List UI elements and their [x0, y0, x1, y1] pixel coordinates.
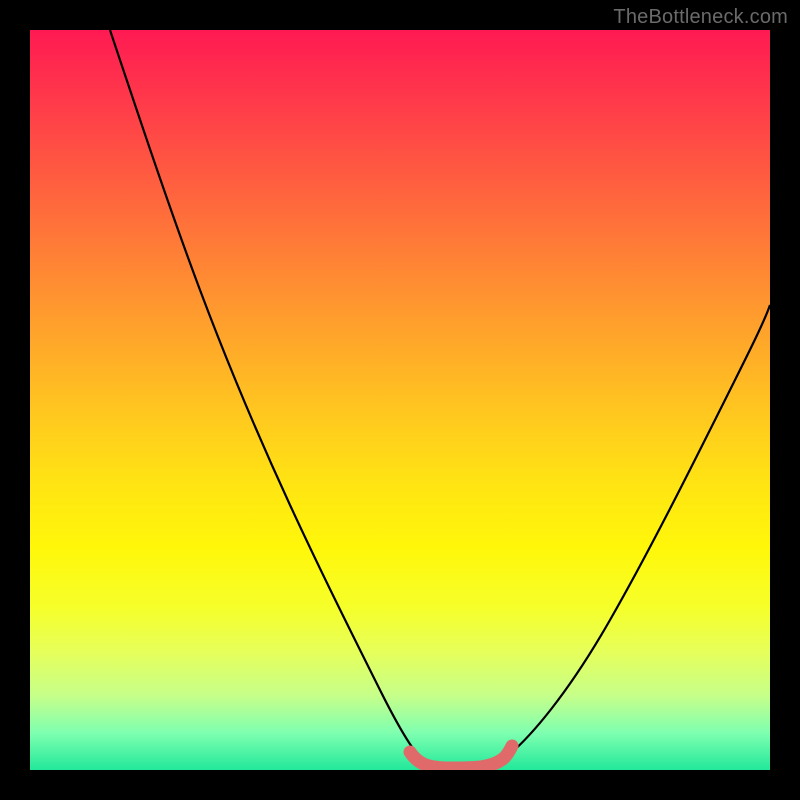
plot-area: [30, 30, 770, 770]
watermark-text: TheBottleneck.com: [613, 6, 788, 29]
curve-left: [110, 30, 425, 762]
curve-right: [500, 305, 770, 762]
bottom-highlight: [410, 746, 512, 768]
chart-svg: [30, 30, 770, 770]
chart-frame: TheBottleneck.com: [0, 0, 800, 800]
